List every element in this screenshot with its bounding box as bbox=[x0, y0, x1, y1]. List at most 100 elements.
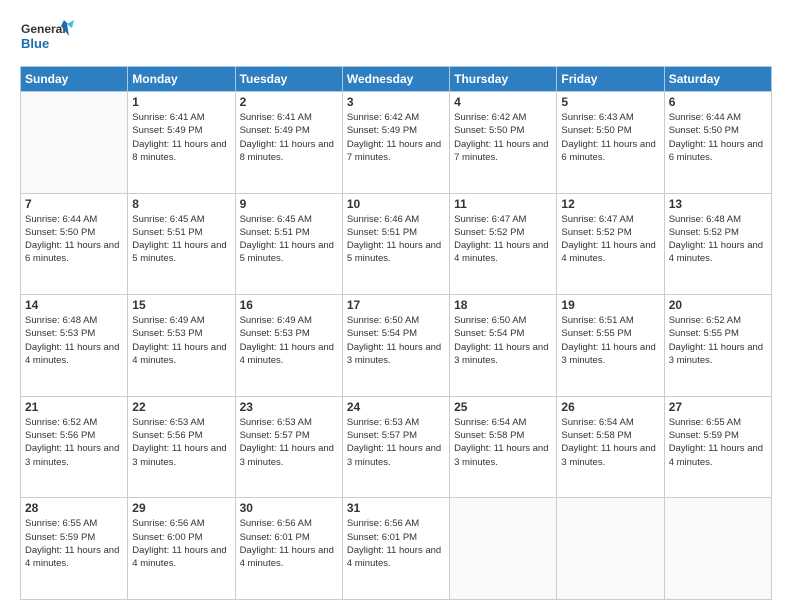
day-number: 5 bbox=[561, 95, 659, 109]
day-number: 11 bbox=[454, 197, 552, 211]
cell-sun-info: Sunrise: 6:46 AM Sunset: 5:51 PM Dayligh… bbox=[347, 213, 445, 266]
calendar-cell: 11 Sunrise: 6:47 AM Sunset: 5:52 PM Dayli… bbox=[450, 193, 557, 295]
cell-sun-info: Sunrise: 6:54 AM Sunset: 5:58 PM Dayligh… bbox=[561, 416, 659, 469]
calendar-cell: 3 Sunrise: 6:42 AM Sunset: 5:49 PM Daylig… bbox=[342, 92, 449, 194]
calendar-cell: 20Sunrise: 6:52 AM Sunset: 5:55 PM Dayli… bbox=[664, 295, 771, 397]
calendar-cell: 31 Sunrise: 6:56 AM Sunset: 6:01 PM Dayli… bbox=[342, 498, 449, 600]
calendar-cell: 28Sunrise: 6:55 AM Sunset: 5:59 PM Dayli… bbox=[21, 498, 128, 600]
day-header-saturday: Saturday bbox=[664, 67, 771, 92]
calendar-cell: 25Sunrise: 6:54 AM Sunset: 5:58 PM Dayli… bbox=[450, 396, 557, 498]
cell-sun-info: Sunrise: 6:44 AM Sunset: 5:50 PM Dayligh… bbox=[25, 213, 123, 266]
cell-sun-info: Sunrise: 6:43 AM Sunset: 5:50 PM Dayligh… bbox=[561, 111, 659, 164]
cell-sun-info: Sunrise: 6:53 AM Sunset: 5:57 PM Dayligh… bbox=[240, 416, 338, 469]
day-number: 14 bbox=[25, 298, 123, 312]
calendar-cell: 30 Sunrise: 6:56 AM Sunset: 6:01 PM Dayli… bbox=[235, 498, 342, 600]
day-number: 6 bbox=[669, 95, 767, 109]
header: General Blue bbox=[20, 18, 772, 56]
calendar-cell bbox=[450, 498, 557, 600]
calendar-page: General Blue SundayMondayTuesdayWednesda… bbox=[0, 0, 792, 612]
cell-sun-info: Sunrise: 6:42 AM Sunset: 5:49 PM Dayligh… bbox=[347, 111, 445, 164]
calendar-cell: 16Sunrise: 6:49 AM Sunset: 5:53 PM Dayli… bbox=[235, 295, 342, 397]
calendar-cell: 6 Sunrise: 6:44 AM Sunset: 5:50 PM Daylig… bbox=[664, 92, 771, 194]
day-number: 18 bbox=[454, 298, 552, 312]
calendar-cell: 15 Sunrise: 6:49 AM Sunset: 5:53 PM Dayli… bbox=[128, 295, 235, 397]
cell-sun-info: Sunrise: 6:55 AM Sunset: 5:59 PM Dayligh… bbox=[25, 517, 123, 570]
calendar-cell: 1Sunrise: 6:41 AM Sunset: 5:49 PM Daylig… bbox=[128, 92, 235, 194]
day-number: 31 bbox=[347, 501, 445, 515]
calendar-week-4: 21 Sunrise: 6:52 AM Sunset: 5:56 PM Dayli… bbox=[21, 396, 772, 498]
cell-sun-info: Sunrise: 6:50 AM Sunset: 5:54 PM Dayligh… bbox=[347, 314, 445, 367]
cell-sun-info: Sunrise: 6:48 AM Sunset: 5:53 PM Dayligh… bbox=[25, 314, 123, 367]
day-number: 16 bbox=[240, 298, 338, 312]
day-number: 30 bbox=[240, 501, 338, 515]
calendar-cell: 14 Sunrise: 6:48 AM Sunset: 5:53 PM Dayli… bbox=[21, 295, 128, 397]
day-number: 20 bbox=[669, 298, 767, 312]
day-number: 21 bbox=[25, 400, 123, 414]
calendar-cell: 24 Sunrise: 6:53 AM Sunset: 5:57 PM Dayli… bbox=[342, 396, 449, 498]
cell-sun-info: Sunrise: 6:47 AM Sunset: 5:52 PM Dayligh… bbox=[454, 213, 552, 266]
cell-sun-info: Sunrise: 6:53 AM Sunset: 5:57 PM Dayligh… bbox=[347, 416, 445, 469]
calendar-cell: 27 Sunrise: 6:55 AM Sunset: 5:59 PM Dayli… bbox=[664, 396, 771, 498]
calendar-cell: 5 Sunrise: 6:43 AM Sunset: 5:50 PM Daylig… bbox=[557, 92, 664, 194]
calendar-week-2: 7Sunrise: 6:44 AM Sunset: 5:50 PM Daylig… bbox=[21, 193, 772, 295]
day-number: 24 bbox=[347, 400, 445, 414]
day-number: 2 bbox=[240, 95, 338, 109]
cell-sun-info: Sunrise: 6:52 AM Sunset: 5:56 PM Dayligh… bbox=[25, 416, 123, 469]
day-number: 3 bbox=[347, 95, 445, 109]
calendar-week-5: 28Sunrise: 6:55 AM Sunset: 5:59 PM Dayli… bbox=[21, 498, 772, 600]
cell-sun-info: Sunrise: 6:41 AM Sunset: 5:49 PM Dayligh… bbox=[240, 111, 338, 164]
day-number: 4 bbox=[454, 95, 552, 109]
calendar-cell: 10Sunrise: 6:46 AM Sunset: 5:51 PM Dayli… bbox=[342, 193, 449, 295]
cell-sun-info: Sunrise: 6:50 AM Sunset: 5:54 PM Dayligh… bbox=[454, 314, 552, 367]
calendar-cell: 8 Sunrise: 6:45 AM Sunset: 5:51 PM Daylig… bbox=[128, 193, 235, 295]
day-number: 26 bbox=[561, 400, 659, 414]
day-number: 22 bbox=[132, 400, 230, 414]
calendar-cell: 18 Sunrise: 6:50 AM Sunset: 5:54 PM Dayli… bbox=[450, 295, 557, 397]
day-header-sunday: Sunday bbox=[21, 67, 128, 92]
cell-sun-info: Sunrise: 6:56 AM Sunset: 6:00 PM Dayligh… bbox=[132, 517, 230, 570]
calendar-week-1: 1Sunrise: 6:41 AM Sunset: 5:49 PM Daylig… bbox=[21, 92, 772, 194]
day-number: 23 bbox=[240, 400, 338, 414]
cell-sun-info: Sunrise: 6:44 AM Sunset: 5:50 PM Dayligh… bbox=[669, 111, 767, 164]
calendar-cell: 21 Sunrise: 6:52 AM Sunset: 5:56 PM Dayli… bbox=[21, 396, 128, 498]
day-header-friday: Friday bbox=[557, 67, 664, 92]
day-header-wednesday: Wednesday bbox=[342, 67, 449, 92]
cell-sun-info: Sunrise: 6:45 AM Sunset: 5:51 PM Dayligh… bbox=[132, 213, 230, 266]
cell-sun-info: Sunrise: 6:41 AM Sunset: 5:49 PM Dayligh… bbox=[132, 111, 230, 164]
day-number: 27 bbox=[669, 400, 767, 414]
day-number: 12 bbox=[561, 197, 659, 211]
calendar-cell: 23 Sunrise: 6:53 AM Sunset: 5:57 PM Dayli… bbox=[235, 396, 342, 498]
calendar-cell: 13 Sunrise: 6:48 AM Sunset: 5:52 PM Dayli… bbox=[664, 193, 771, 295]
cell-sun-info: Sunrise: 6:47 AM Sunset: 5:52 PM Dayligh… bbox=[561, 213, 659, 266]
cell-sun-info: Sunrise: 6:53 AM Sunset: 5:56 PM Dayligh… bbox=[132, 416, 230, 469]
day-number: 19 bbox=[561, 298, 659, 312]
logo: General Blue bbox=[20, 18, 75, 56]
day-number: 17 bbox=[347, 298, 445, 312]
cell-sun-info: Sunrise: 6:51 AM Sunset: 5:55 PM Dayligh… bbox=[561, 314, 659, 367]
cell-sun-info: Sunrise: 6:48 AM Sunset: 5:52 PM Dayligh… bbox=[669, 213, 767, 266]
cell-sun-info: Sunrise: 6:49 AM Sunset: 5:53 PM Dayligh… bbox=[132, 314, 230, 367]
cell-sun-info: Sunrise: 6:42 AM Sunset: 5:50 PM Dayligh… bbox=[454, 111, 552, 164]
day-number: 8 bbox=[132, 197, 230, 211]
calendar-cell: 7Sunrise: 6:44 AM Sunset: 5:50 PM Daylig… bbox=[21, 193, 128, 295]
calendar-cell: 26 Sunrise: 6:54 AM Sunset: 5:58 PM Dayli… bbox=[557, 396, 664, 498]
day-number: 15 bbox=[132, 298, 230, 312]
calendar-cell bbox=[557, 498, 664, 600]
day-number: 13 bbox=[669, 197, 767, 211]
calendar-week-3: 14 Sunrise: 6:48 AM Sunset: 5:53 PM Dayli… bbox=[21, 295, 772, 397]
cell-sun-info: Sunrise: 6:56 AM Sunset: 6:01 PM Dayligh… bbox=[240, 517, 338, 570]
calendar-table: SundayMondayTuesdayWednesdayThursdayFrid… bbox=[20, 66, 772, 600]
day-header-monday: Monday bbox=[128, 67, 235, 92]
cell-sun-info: Sunrise: 6:45 AM Sunset: 5:51 PM Dayligh… bbox=[240, 213, 338, 266]
day-number: 29 bbox=[132, 501, 230, 515]
cell-sun-info: Sunrise: 6:55 AM Sunset: 5:59 PM Dayligh… bbox=[669, 416, 767, 469]
svg-text:General: General bbox=[21, 22, 66, 36]
calendar-cell: 9Sunrise: 6:45 AM Sunset: 5:51 PM Daylig… bbox=[235, 193, 342, 295]
cell-sun-info: Sunrise: 6:56 AM Sunset: 6:01 PM Dayligh… bbox=[347, 517, 445, 570]
calendar-cell: 29 Sunrise: 6:56 AM Sunset: 6:00 PM Dayli… bbox=[128, 498, 235, 600]
svg-text:Blue: Blue bbox=[21, 36, 49, 51]
calendar-cell: 17 Sunrise: 6:50 AM Sunset: 5:54 PM Dayli… bbox=[342, 295, 449, 397]
calendar-cell bbox=[664, 498, 771, 600]
calendar-cell: 12 Sunrise: 6:47 AM Sunset: 5:52 PM Dayli… bbox=[557, 193, 664, 295]
logo-svg: General Blue bbox=[20, 18, 75, 56]
